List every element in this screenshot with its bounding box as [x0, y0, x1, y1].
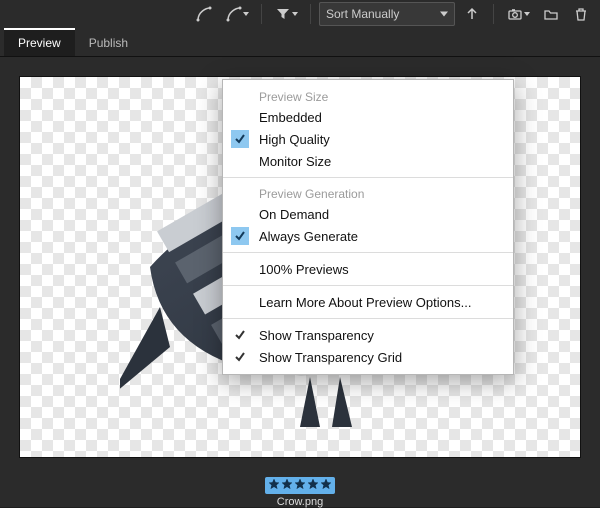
- toolbar-separator: [493, 4, 494, 24]
- chevron-down-icon: [524, 12, 530, 16]
- curve-icon[interactable]: [191, 3, 217, 25]
- menu-item-show-transparency-grid[interactable]: Show Transparency Grid: [223, 346, 513, 368]
- toolbar-separator: [310, 4, 311, 24]
- menu-item-learn-more[interactable]: Learn More About Preview Options...: [223, 291, 513, 313]
- filename-label: Crow.png: [277, 496, 323, 508]
- trash-icon[interactable]: [568, 3, 594, 25]
- tab-label: Preview: [18, 36, 61, 50]
- check-icon: [231, 227, 249, 245]
- star-icon: [294, 478, 306, 493]
- toolbar-separator: [261, 4, 262, 24]
- menu-item-label: Show Transparency Grid: [259, 350, 402, 365]
- menu-separator: [223, 177, 513, 178]
- sort-ascending-icon[interactable]: [459, 3, 485, 25]
- camera-dropdown-icon[interactable]: [502, 3, 534, 25]
- sort-select[interactable]: Sort Manually: [319, 2, 455, 26]
- menu-item-label: On Demand: [259, 207, 329, 222]
- menu-item-label: Show Transparency: [259, 328, 374, 343]
- rating-stars[interactable]: [265, 477, 335, 494]
- filter-dropdown-icon[interactable]: [270, 3, 302, 25]
- menu-item-on-demand[interactable]: On Demand: [223, 203, 513, 225]
- star-icon: [281, 478, 293, 493]
- menu-item-high-quality[interactable]: High Quality: [223, 128, 513, 150]
- menu-item-show-transparency[interactable]: Show Transparency: [223, 324, 513, 346]
- preview-options-menu: Preview Size Embedded High Quality Monit…: [222, 79, 514, 375]
- menu-separator: [223, 318, 513, 319]
- tab-preview[interactable]: Preview: [4, 28, 75, 56]
- menu-item-always-generate[interactable]: Always Generate: [223, 225, 513, 247]
- menu-item-monitor-size[interactable]: Monitor Size: [223, 150, 513, 172]
- chevron-down-icon: [292, 12, 298, 16]
- menu-item-label: Always Generate: [259, 229, 358, 244]
- tab-publish[interactable]: Publish: [75, 30, 142, 56]
- menu-item-label: High Quality: [259, 132, 330, 147]
- sort-select-label: Sort Manually: [326, 7, 399, 21]
- toolbar: Sort Manually: [0, 0, 600, 28]
- preview-stage: Preview Size Embedded High Quality Monit…: [0, 57, 600, 477]
- menu-separator: [223, 252, 513, 253]
- folder-icon[interactable]: [538, 3, 564, 25]
- check-icon: [231, 348, 249, 366]
- menu-separator: [223, 285, 513, 286]
- tab-label: Publish: [89, 36, 128, 50]
- menu-item-label: Learn More About Preview Options...: [259, 295, 471, 310]
- thumbnail-footer: Crow.png: [0, 477, 600, 507]
- menu-section-preview-generation: Preview Generation: [223, 183, 513, 203]
- tab-bar: Preview Publish: [0, 28, 600, 57]
- check-icon: [231, 326, 249, 344]
- curve-dropdown-icon[interactable]: [221, 3, 253, 25]
- menu-item-100-previews[interactable]: 100% Previews: [223, 258, 513, 280]
- menu-item-embedded[interactable]: Embedded: [223, 106, 513, 128]
- check-icon: [231, 130, 249, 148]
- chevron-down-icon: [243, 12, 249, 16]
- star-icon: [307, 478, 319, 493]
- menu-section-preview-size: Preview Size: [223, 86, 513, 106]
- star-icon: [320, 478, 332, 493]
- menu-item-label: Embedded: [259, 110, 322, 125]
- menu-item-label: Monitor Size: [259, 154, 331, 169]
- star-icon: [268, 478, 280, 493]
- menu-item-label: 100% Previews: [259, 262, 349, 277]
